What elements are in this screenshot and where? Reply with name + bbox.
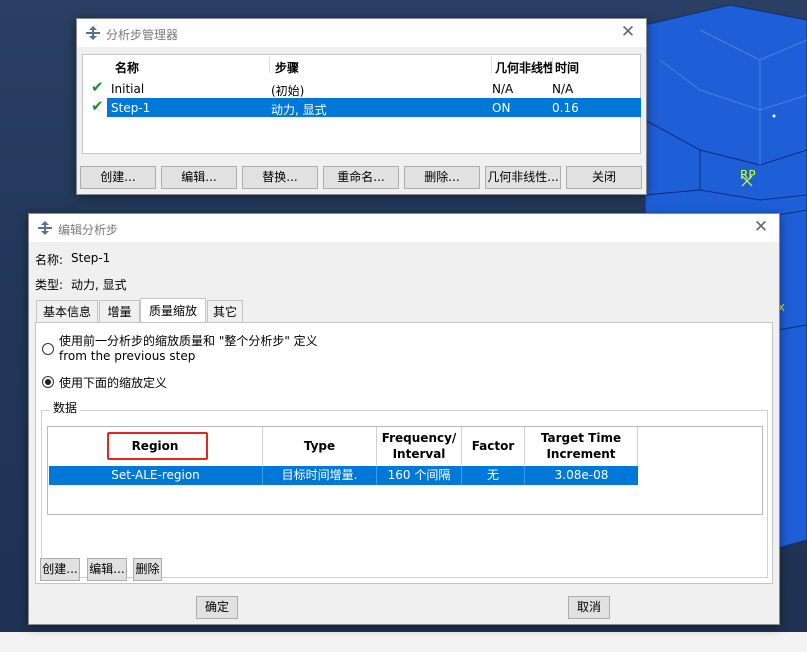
step-type-label: 类型: — [35, 278, 64, 292]
step-type-value: 动力, 显式 — [71, 278, 127, 292]
tab-incrementation[interactable]: 增量 — [99, 300, 140, 322]
edit-step-dialog: 编辑分析步 ✕ 名称: Step-1 类型: 动力, 显式 基本信息 增量 质量… — [28, 213, 780, 625]
cell-frequency[interactable]: 160 个间隔 — [377, 466, 462, 485]
edit-step-button[interactable]: 编辑... — [161, 166, 237, 189]
step-list-table[interactable]: 名称 步骤 几何非线性 时间 ✔ Initial (初始) N/A N/A ✔ … — [82, 54, 641, 154]
tab-other[interactable]: 其它 — [207, 300, 243, 322]
tab-mass-scaling[interactable]: 质量缩放 — [140, 298, 206, 323]
step-nlgeom: ON — [492, 101, 511, 115]
column-header-time[interactable]: 时间 — [555, 59, 579, 76]
status-strip — [0, 632, 807, 652]
column-header-type[interactable]: Type — [263, 427, 377, 465]
delete-definition-button[interactable]: 删除 — [133, 558, 162, 581]
radio-use-definitions-below[interactable] — [42, 376, 54, 388]
reference-point-label: RP — [740, 168, 756, 182]
step-manager-title: 分析步管理器 — [106, 28, 179, 42]
region-highlight-box — [107, 432, 208, 460]
data-group-label: 数据 — [50, 399, 81, 416]
create-step-button[interactable]: 创建... — [80, 166, 156, 189]
option-use-previous-label-line2: from the previous step — [59, 349, 196, 363]
mass-scaling-table[interactable]: Region Type Frequency/ Interval Factor T… — [47, 426, 763, 515]
step-procedure: 动力, 显式 — [271, 103, 327, 117]
tab-basic[interactable]: 基本信息 — [36, 300, 98, 322]
rename-step-button[interactable]: 重命名... — [323, 166, 399, 189]
abaqus-app-icon — [86, 26, 100, 40]
step-row-step-1[interactable]: Step-1 动力, 显式 ON 0.16 — [107, 98, 641, 117]
column-divider[interactable] — [269, 57, 270, 73]
abaqus-app-icon — [38, 221, 52, 235]
cell-factor[interactable]: 无 — [462, 466, 525, 485]
step-time: 0.16 — [552, 101, 579, 115]
data-group: Region Type Frequency/ Interval Factor T… — [41, 410, 768, 578]
step-manager-dialog: 分析步管理器 ✕ 名称 步骤 几何非线性 时间 ✔ Initial (初始) N… — [76, 18, 647, 195]
step-name-value: Step-1 — [71, 251, 111, 265]
close-icon[interactable]: ✕ — [618, 22, 638, 42]
step-name-label: 名称: — [35, 253, 64, 267]
close-button[interactable]: 关闭 — [566, 166, 642, 189]
cell-target-time[interactable]: 3.08e-08 — [525, 466, 638, 485]
column-header-name[interactable]: 名称 — [115, 59, 139, 76]
cell-region[interactable]: Set-ALE-region — [49, 466, 263, 485]
mass-scaling-panel: 使用前一分析步的缩放质量和 "整个分析步" 定义 from the previo… — [35, 322, 773, 584]
step-nlgeom: N/A — [492, 82, 514, 96]
step-name: Step-1 — [111, 101, 151, 115]
column-divider[interactable] — [491, 57, 492, 73]
option-use-previous-label: 使用前一分析步的缩放质量和 "整个分析步" 定义 — [59, 334, 318, 348]
edit-step-title: 编辑分析步 — [58, 223, 119, 237]
check-icon: ✔ — [91, 78, 104, 96]
step-name: Initial — [111, 82, 145, 96]
column-divider[interactable] — [552, 57, 553, 73]
edit-step-titlebar[interactable]: 编辑分析步 ✕ — [29, 214, 779, 242]
column-header-frequency[interactable]: Frequency/ Interval — [377, 427, 462, 465]
column-header-target-time[interactable]: Target Time Increment — [525, 427, 638, 465]
step-manager-titlebar[interactable]: 分析步管理器 ✕ — [77, 19, 646, 47]
cell-type[interactable]: 目标时间增量. — [263, 466, 377, 485]
create-definition-button[interactable]: 创建... — [40, 558, 80, 581]
ok-button[interactable]: 确定 — [196, 596, 238, 619]
edit-definition-button[interactable]: 编辑... — [87, 558, 127, 581]
replace-step-button[interactable]: 替换... — [242, 166, 318, 189]
nlgeom-button[interactable]: 几何非线性... — [485, 166, 561, 189]
cancel-button[interactable]: 取消 — [568, 596, 610, 619]
check-icon: ✔ — [91, 97, 104, 115]
table-row[interactable]: Set-ALE-region 目标时间增量. 160 个间隔 无 3.08e-0… — [49, 466, 638, 485]
delete-step-button[interactable]: 删除... — [404, 166, 480, 189]
column-header-factor[interactable]: Factor — [462, 427, 525, 465]
radio-use-previous[interactable] — [42, 343, 54, 355]
step-time: N/A — [552, 82, 574, 96]
column-header-nlgeom[interactable]: 几何非线性 — [495, 59, 553, 76]
close-icon[interactable]: ✕ — [751, 217, 771, 237]
step-row-initial[interactable]: Initial (初始) N/A N/A — [107, 79, 641, 98]
option-use-definitions-label: 使用下面的缩放定义 — [59, 376, 168, 390]
step-procedure: (初始) — [271, 84, 305, 98]
column-header-procedure[interactable]: 步骤 — [275, 59, 299, 76]
